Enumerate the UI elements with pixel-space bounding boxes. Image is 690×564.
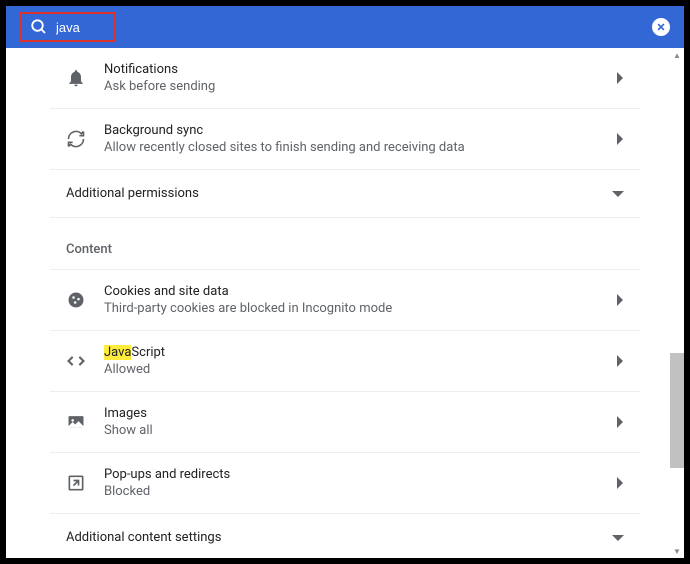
popup-icon (66, 473, 86, 493)
cookie-icon (66, 290, 86, 310)
row-title: Additional permissions (66, 186, 612, 201)
row-title: Cookies and site data (104, 284, 616, 299)
chevron-right-icon (616, 355, 624, 367)
chevron-down-icon (612, 534, 624, 542)
search-box-highlighted (20, 12, 116, 42)
scrollbar-down-arrow[interactable]: ▼ (670, 544, 684, 558)
search-bar (6, 6, 684, 48)
settings-window: Notifications Ask before sending Backgro… (6, 6, 684, 558)
row-title: Pop-ups and redirects (104, 467, 616, 482)
row-subtitle: Third-party cookies are blocked in Incog… (104, 301, 616, 316)
scrollbar[interactable]: ▲ ▼ (670, 48, 684, 558)
row-title: Additional content settings (66, 530, 612, 545)
image-icon (66, 412, 86, 432)
row-subtitle: Allow recently closed sites to finish se… (104, 140, 616, 155)
chevron-right-icon (616, 133, 624, 145)
content-area: Notifications Ask before sending Backgro… (6, 48, 684, 558)
row-additional-content[interactable]: Additional content settings (50, 514, 640, 558)
row-javascript[interactable]: JavaScript Allowed (50, 331, 640, 392)
chevron-right-icon (616, 72, 624, 84)
row-subtitle: Ask before sending (104, 79, 616, 94)
code-icon (66, 351, 86, 371)
row-title: Images (104, 406, 616, 421)
row-subtitle: Show all (104, 423, 616, 438)
search-input[interactable] (56, 20, 106, 35)
chevron-right-icon (616, 294, 624, 306)
search-highlight: Java (104, 345, 131, 360)
row-subtitle: Allowed (104, 362, 616, 377)
search-icon (30, 18, 48, 36)
row-cookies[interactable]: Cookies and site data Third-party cookie… (50, 269, 640, 331)
row-additional-permissions[interactable]: Additional permissions (50, 170, 640, 218)
chevron-right-icon (616, 416, 624, 428)
chevron-right-icon (616, 477, 624, 489)
sync-icon (66, 129, 86, 149)
row-title: Notifications (104, 62, 616, 77)
row-images[interactable]: Images Show all (50, 392, 640, 453)
row-title: JavaScript (104, 345, 616, 360)
settings-list: Notifications Ask before sending Backgro… (50, 48, 640, 558)
scrollbar-thumb[interactable] (670, 353, 684, 468)
row-notifications[interactable]: Notifications Ask before sending (50, 48, 640, 109)
chevron-down-icon (612, 190, 624, 198)
row-popups[interactable]: Pop-ups and redirects Blocked (50, 453, 640, 514)
bell-icon (66, 68, 86, 88)
scrollbar-up-arrow[interactable]: ▲ (670, 48, 684, 62)
clear-search-button[interactable] (652, 18, 670, 36)
section-header-content: Content (50, 218, 640, 269)
row-background-sync[interactable]: Background sync Allow recently closed si… (50, 109, 640, 170)
row-title: Background sync (104, 123, 616, 138)
row-subtitle: Blocked (104, 484, 616, 499)
close-icon (656, 22, 666, 32)
